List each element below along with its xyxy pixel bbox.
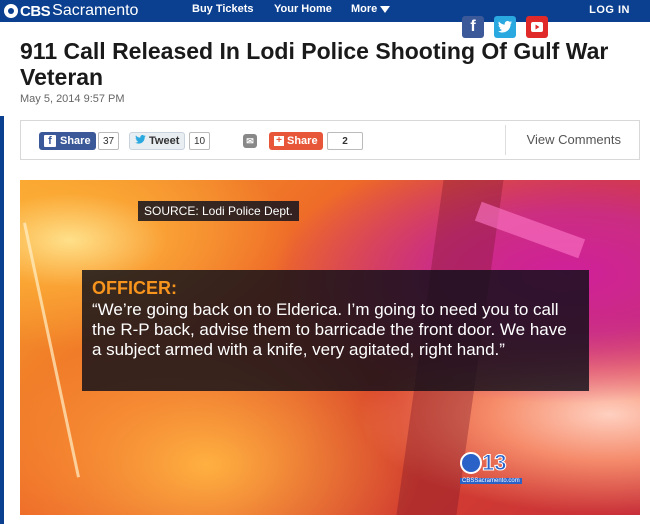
article-date: May 5, 2014 9:57 PM <box>20 93 125 105</box>
facebook-icon[interactable]: f <box>462 16 484 38</box>
chevron-down-icon <box>380 5 391 13</box>
email-icon[interactable]: ✉ <box>243 134 257 148</box>
logo-cbs-text: CBS <box>20 2 51 20</box>
facebook-icon: f <box>44 135 56 147</box>
nav-buy-tickets[interactable]: Buy Tickets <box>192 3 254 15</box>
video-source-caption: SOURCE: Lodi Police Dept. <box>138 201 299 221</box>
nav-more-label: More <box>351 3 378 15</box>
facebook-share-button[interactable]: f Share <box>39 132 96 150</box>
share-label: Share <box>287 135 318 147</box>
quote-overlay: OFFICER: “We’re going back on to Elderic… <box>82 270 589 391</box>
nav-your-home[interactable]: Your Home <box>274 3 332 15</box>
share-bar: f Share 37 Tweet 10 ✉ + Share 2 View Com… <box>20 120 640 160</box>
share-count: 2 <box>327 132 363 150</box>
sharebar-divider <box>505 125 506 155</box>
nav-more[interactable]: More <box>351 3 391 15</box>
quote-text: “We’re going back on to Elderica. I’m go… <box>92 300 567 359</box>
facebook-share-label: Share <box>60 135 91 147</box>
plus-icon: + <box>274 136 284 146</box>
view-comments-link[interactable]: View Comments <box>527 132 621 147</box>
cbs-sacramento-logo[interactable]: CBS Sacramento <box>4 2 138 20</box>
light-streak <box>23 222 80 478</box>
facebook-share-count: 37 <box>98 132 120 150</box>
tweet-button[interactable]: Tweet <box>129 132 186 150</box>
cbs-eye-icon <box>4 4 18 18</box>
article-headline: 911 Call Released In Lodi Police Shootin… <box>20 38 609 90</box>
cbs-eye-icon <box>460 452 482 474</box>
video-player[interactable]: SOURCE: Lodi Police Dept. OFFICER: “We’r… <box>20 180 640 515</box>
station-bug-logo: 13 CBSSacramento.com <box>460 450 522 488</box>
login-link[interactable]: LOG IN <box>589 4 630 16</box>
station-number: 13 <box>481 450 507 476</box>
youtube-icon[interactable] <box>526 16 548 38</box>
twitter-icon[interactable] <box>494 16 516 38</box>
station-url: CBSSacramento.com <box>460 478 522 484</box>
top-nav-bar: CBS Sacramento Buy Tickets Your Home Mor… <box>0 0 650 22</box>
left-accent-stripe <box>0 116 4 524</box>
generic-share-button[interactable]: + Share <box>269 132 323 150</box>
logo-city-text: Sacramento <box>52 2 139 19</box>
tweet-label: Tweet <box>149 135 180 147</box>
tweet-count: 10 <box>189 132 211 150</box>
quote-speaker: OFFICER: <box>92 278 177 298</box>
twitter-bird-icon <box>135 135 146 147</box>
